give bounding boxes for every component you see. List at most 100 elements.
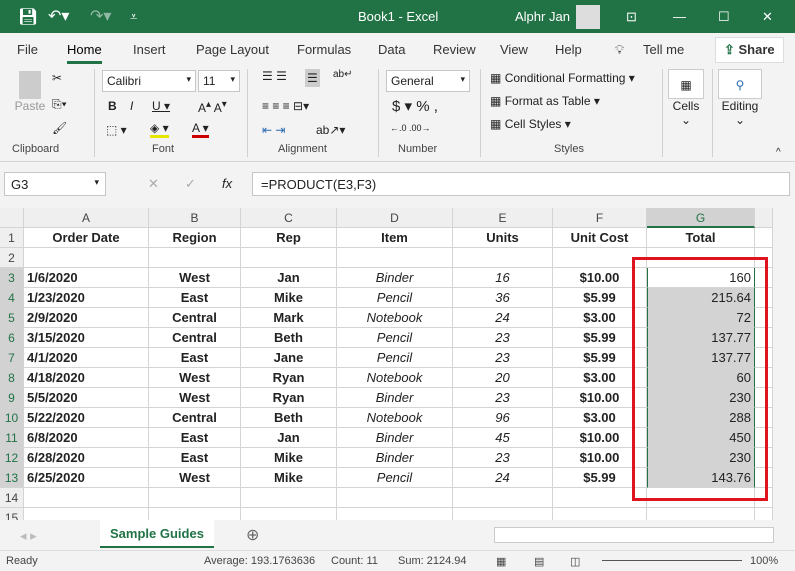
empty-cell[interactable]	[453, 488, 553, 508]
empty-cell[interactable]	[24, 248, 149, 268]
cell[interactable]: 3/15/2020	[24, 328, 149, 348]
empty-cell[interactable]	[337, 508, 453, 520]
cell[interactable]: 5/5/2020	[24, 388, 149, 408]
column-header-F[interactable]: F	[553, 208, 647, 228]
row-header[interactable]: 6	[0, 328, 24, 348]
ribbon-display-icon[interactable]: ⊡	[626, 9, 637, 25]
empty-cell[interactable]	[553, 508, 647, 520]
cell[interactable]: Units	[453, 228, 553, 248]
empty-cell[interactable]	[149, 508, 241, 520]
align-left-icon[interactable]: ≡ ≡ ≡ ⊟▾	[262, 99, 309, 113]
cell[interactable]: Central	[149, 328, 241, 348]
decimal-icon[interactable]: ←.0 .00→	[390, 123, 431, 133]
cell[interactable]: 6/8/2020	[24, 428, 149, 448]
empty-cell[interactable]	[241, 488, 337, 508]
column-header-G[interactable]: G	[647, 208, 755, 228]
cell[interactable]: 96	[453, 408, 553, 428]
empty-cell[interactable]	[453, 508, 553, 520]
cell[interactable]: 23	[453, 448, 553, 468]
close-button[interactable]: ✕	[762, 9, 773, 25]
row-header[interactable]: 11	[0, 428, 24, 448]
sheet-tab-sample-guides[interactable]: Sample Guides	[100, 520, 214, 548]
scroll-sheets-left-icon[interactable]: ◂ ▸	[20, 528, 37, 544]
empty-cell[interactable]	[337, 488, 453, 508]
paste-button[interactable]: Paste	[12, 71, 48, 113]
row-header[interactable]: 8	[0, 368, 24, 388]
italic-button[interactable]: I	[130, 99, 133, 113]
cell[interactable]: 5/22/2020	[24, 408, 149, 428]
cell[interactable]: Pencil	[337, 348, 453, 368]
tab-data[interactable]: Data	[378, 42, 405, 57]
column-header-D[interactable]: D	[337, 208, 453, 228]
cell[interactable]: Binder	[337, 268, 453, 288]
cell[interactable]: 4/1/2020	[24, 348, 149, 368]
cancel-icon[interactable]: ✕	[148, 176, 159, 192]
page-layout-view-icon[interactable]: ▤	[534, 555, 544, 568]
tab-page-layout[interactable]: Page Layout	[196, 42, 269, 57]
cell[interactable]: Jane	[241, 348, 337, 368]
row-header[interactable]: 10	[0, 408, 24, 428]
empty-cell[interactable]	[453, 248, 553, 268]
tab-insert[interactable]: Insert	[133, 42, 166, 57]
cell[interactable]: 1/6/2020	[24, 268, 149, 288]
cell[interactable]: Pencil	[337, 328, 453, 348]
currency-icon[interactable]: $ ▾ % ,	[392, 97, 438, 115]
select-all-corner[interactable]	[0, 208, 24, 228]
column-header-blank[interactable]	[755, 208, 773, 228]
empty-cell[interactable]	[24, 488, 149, 508]
enter-icon[interactable]: ✓	[185, 176, 196, 192]
row-header[interactable]: 15	[0, 508, 24, 520]
increase-font-icon[interactable]: A▴ A▾	[198, 99, 227, 115]
align-bottom-icon[interactable]: ☰	[305, 69, 320, 87]
avatar[interactable]	[576, 5, 600, 29]
cell[interactable]: Mark	[241, 308, 337, 328]
row-header[interactable]: 13	[0, 468, 24, 488]
empty-cell[interactable]	[337, 248, 453, 268]
format-as-table-button[interactable]: ▦ Format as Table ▾	[490, 94, 600, 108]
row-header[interactable]: 7	[0, 348, 24, 368]
cell[interactable]: West	[149, 388, 241, 408]
row-header[interactable]: 2	[0, 248, 24, 268]
cell[interactable]: Item	[337, 228, 453, 248]
cell[interactable]: West	[149, 468, 241, 488]
empty-cell[interactable]	[755, 508, 773, 520]
cell[interactable]: East	[149, 348, 241, 368]
orientation-icon[interactable]: ab↗▾	[316, 123, 345, 137]
cell[interactable]: Beth	[241, 328, 337, 348]
borders-icon[interactable]: ⬚ ▾	[106, 123, 127, 137]
cut-icon[interactable]: ✂	[52, 71, 62, 85]
tab-review[interactable]: Review	[433, 42, 476, 57]
cell[interactable]: 23	[453, 348, 553, 368]
tell-me-search[interactable]: Tell me	[643, 42, 684, 57]
cell[interactable]: 1/23/2020	[24, 288, 149, 308]
name-box[interactable]: G3 ▾	[4, 172, 106, 196]
cell[interactable]: Ryan	[241, 388, 337, 408]
cell[interactable]: Pencil	[337, 468, 453, 488]
cell[interactable]: Mike	[241, 468, 337, 488]
cell[interactable]: 36	[453, 288, 553, 308]
cell[interactable]: 2/9/2020	[24, 308, 149, 328]
copy-icon[interactable]: ⎘▾	[52, 97, 67, 112]
cell[interactable]: Beth	[241, 408, 337, 428]
cell[interactable]: 20	[453, 368, 553, 388]
tab-file[interactable]: File	[17, 42, 38, 57]
row-header[interactable]: 12	[0, 448, 24, 468]
cell[interactable]: 16	[453, 268, 553, 288]
cell[interactable]: Binder	[337, 428, 453, 448]
cell[interactable]: Notebook	[337, 368, 453, 388]
cell[interactable]: Notebook	[337, 308, 453, 328]
cell[interactable]: East	[149, 448, 241, 468]
cell[interactable]: Mike	[241, 288, 337, 308]
cell[interactable]: Ryan	[241, 368, 337, 388]
share-button[interactable]: ⇪ Share	[715, 37, 784, 63]
tab-help[interactable]: Help	[555, 42, 582, 57]
column-header-A[interactable]: A	[24, 208, 149, 228]
collapse-ribbon-icon[interactable]: ^	[776, 147, 781, 158]
fill-color-icon[interactable]: ◈ ▾	[150, 121, 169, 138]
align-top-icon[interactable]: ☰ ☰	[262, 69, 287, 83]
row-header[interactable]: 4	[0, 288, 24, 308]
column-header-C[interactable]: C	[241, 208, 337, 228]
cell[interactable]: Order Date	[24, 228, 149, 248]
cell[interactable]: 4/18/2020	[24, 368, 149, 388]
empty-cell[interactable]	[149, 248, 241, 268]
